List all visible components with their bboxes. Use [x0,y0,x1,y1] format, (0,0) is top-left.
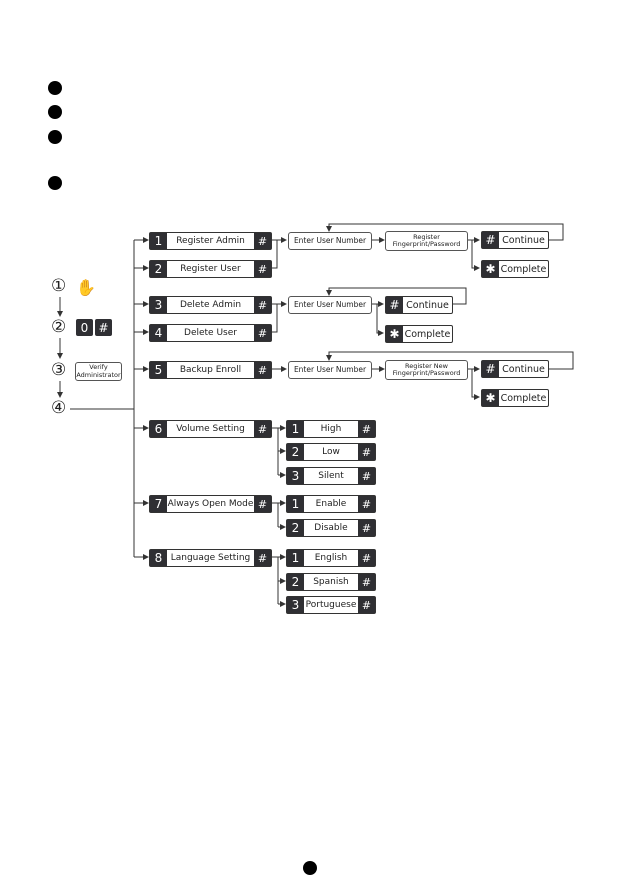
action-label: Complete [500,263,547,275]
step-4: ④ [51,398,67,418]
hash-key-icon: # [358,496,375,512]
hash-key-icon: # [358,520,375,536]
option-label: Spanish [313,577,349,587]
continue-button: # Continue [481,231,549,249]
hash-key-icon: # [254,233,271,249]
volume-option-2: 2 Low # [286,443,376,461]
option-label: Register Admin [176,236,245,246]
star-key-icon: ✱ [482,261,499,277]
option-label: Portuguese [305,600,357,610]
action-label: Continue [502,234,545,246]
action-label: Continue [502,363,545,375]
open-mode-option-1: 1 Enable # [286,495,376,513]
hash-key-icon: # [358,468,375,484]
language-option-2: 2 Spanish # [286,573,376,591]
number-key: 3 [287,468,304,484]
menu-item-3: 3 Delete Admin # [149,296,272,314]
option-label: Always Open Mode [167,499,254,509]
menu-item-2: 2 Register User # [149,260,272,278]
complete-button: ✱ Complete [385,325,453,343]
enter-user-number-box: Enter User Number [288,232,372,250]
menu-item-5: 5 Backup Enroll # [149,361,272,379]
step-2: ② [51,317,67,337]
option-label: Silent [318,471,344,481]
connector-line [471,369,480,400]
number-key: 5 [150,362,167,378]
open-mode-option-2: 2 Disable # [286,519,376,537]
option-label: Backup Enroll [179,365,242,375]
menu-item-6: 6 Volume Setting # [149,420,272,438]
page: ① ✋ ② 0 # ③ Verify Administrator ④ 1 Regi… [0,0,617,893]
number-key: 4 [150,325,167,341]
hash-key-icon: # [482,232,499,248]
menu-item-1: 1 Register Admin # [149,232,272,250]
verify-administrator-box: Verify Administrator [75,362,122,381]
hash-key-icon: # [254,261,271,277]
option-label: Volume Setting [176,424,245,434]
enter-user-number-box: Enter User Number [288,296,372,314]
hash-key-icon: # [254,496,271,512]
key-hash: # [95,319,112,336]
hash-key-icon: # [254,550,271,566]
hand-icon: ✋ [76,278,96,297]
action-label: Complete [500,392,547,404]
number-key: 1 [287,496,304,512]
menu-item-7: 7 Always Open Mode # [149,495,272,513]
option-label: Delete Admin [179,300,242,310]
hash-key-icon: # [254,421,271,437]
step-1: ① [51,276,67,296]
hash-key-icon: # [386,297,403,313]
hash-key-icon: # [254,297,271,313]
action-label: Continue [406,299,449,311]
number-key: 2 [287,444,304,460]
option-label: Language Setting [170,553,251,563]
number-key: 1 [150,233,167,249]
option-label: Delete User [184,328,237,338]
continue-button: # Continue [385,296,453,314]
number-key: 2 [150,261,167,277]
enter-user-number-box: Enter User Number [288,361,372,379]
star-key-icon: ✱ [386,326,403,342]
number-key: 1 [287,421,304,437]
option-label: Register User [180,264,241,274]
option-label: English [314,553,348,563]
number-key: 2 [287,574,304,590]
language-option-3: 3 Portuguese # [286,596,376,614]
language-option-1: 1 English # [286,549,376,567]
option-label: Low [322,447,340,457]
number-key: 7 [150,496,167,512]
complete-button: ✱ Complete [481,260,549,278]
hash-key-icon: # [358,421,375,437]
volume-option-3: 3 Silent # [286,467,376,485]
hash-key-icon: # [358,444,375,460]
action-label: Complete [404,328,451,340]
continue-button: # Continue [481,360,549,378]
menu-item-4: 4 Delete User # [149,324,272,342]
hash-key-icon: # [482,361,499,377]
star-key-icon: ✱ [482,390,499,406]
hash-key-icon: # [358,597,375,613]
number-key: 3 [287,597,304,613]
step-3: ③ [51,360,67,380]
number-key: 3 [150,297,167,313]
connector-line [471,240,480,271]
option-label: High [320,424,342,434]
register-new-fingerprint-box: Register New Fingerprint/Password [385,360,468,380]
number-key: 1 [287,550,304,566]
key-0: 0 [76,319,93,336]
number-key: 2 [287,520,304,536]
register-fingerprint-box: Register Fingerprint/Password [385,231,468,251]
option-label: Enable [315,499,347,509]
hash-key-icon: # [358,550,375,566]
hash-key-icon: # [254,325,271,341]
volume-option-1: 1 High # [286,420,376,438]
hash-key-icon: # [358,574,375,590]
complete-button: ✱ Complete [481,389,549,407]
number-key: 8 [150,550,167,566]
number-key: 6 [150,421,167,437]
hash-key-icon: # [254,362,271,378]
option-label: Disable [314,523,348,533]
connector-line [376,304,384,336]
menu-item-8: 8 Language Setting # [149,549,272,567]
